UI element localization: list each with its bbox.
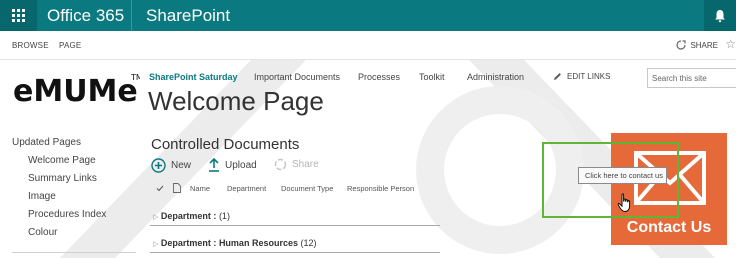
plus-circle-icon [151, 158, 166, 173]
app-name[interactable]: SharePoint [146, 6, 230, 26]
new-label: New [171, 160, 192, 171]
column-header-document-type[interactable]: Document Type [281, 184, 333, 193]
quick-launch-item[interactable]: Welcome Page [28, 155, 96, 166]
nav-toolkit[interactable]: Toolkit [419, 72, 445, 82]
share-button[interactable]: SHARE [676, 40, 718, 50]
upload-button[interactable]: Upload [208, 158, 257, 172]
nav-processes[interactable]: Processes [358, 72, 400, 82]
edit-links-label: EDIT LINKS [567, 72, 611, 81]
suite-bar: Office 365 SharePoint [0, 0, 736, 31]
contact-tooltip: Click here to contact us [578, 167, 667, 184]
column-header-name[interactable]: Name [190, 184, 210, 193]
group-header[interactable]: ▷ Department : (1) [153, 211, 230, 221]
group-divider [150, 252, 440, 253]
column-header-department[interactable]: Department [227, 184, 266, 193]
app-launcher-button[interactable] [0, 0, 37, 31]
follow-star-icon[interactable]: ☆ [725, 37, 736, 51]
tab-browse[interactable]: BROWSE [12, 41, 49, 50]
group-divider [150, 225, 440, 226]
share-icon [676, 40, 687, 50]
quick-launch-heading[interactable]: Updated Pages [12, 137, 81, 148]
edit-links-button[interactable]: EDIT LINKS [553, 72, 610, 81]
quick-launch-item[interactable]: Summary Links [28, 173, 97, 184]
suite-divider [131, 0, 132, 31]
upload-label: Upload [225, 159, 257, 171]
logo-trademark: TM [130, 73, 140, 82]
share-label: SHARE [690, 40, 718, 50]
group-label: Department : [160, 211, 217, 221]
tab-page[interactable]: PAGE [59, 41, 81, 50]
logo-text: eMUMe [13, 74, 138, 109]
expand-triangle-icon: ▷ [153, 214, 159, 221]
column-header-responsible-person[interactable]: Responsible Person [347, 184, 414, 193]
suite-title[interactable]: Office 365 [47, 6, 124, 26]
share-document-label: Share [292, 159, 319, 170]
new-button[interactable]: New [151, 158, 191, 173]
group-header[interactable]: ▷ Department : Human Resources (12) [153, 238, 317, 248]
quick-launch-item[interactable]: Procedures Index [28, 209, 106, 220]
share-document-button[interactable]: Share [274, 158, 319, 171]
ribbon-bar: BROWSE PAGE SHARE ☆ [0, 31, 736, 60]
group-count: (1) [218, 211, 230, 221]
search-input[interactable]: Search this site [647, 68, 736, 88]
quick-launch-divider [12, 252, 136, 253]
bell-icon [715, 9, 725, 22]
upload-icon [209, 158, 219, 172]
quick-launch-item[interactable]: Image [28, 191, 56, 202]
contact-us-label: Contact Us [626, 219, 712, 236]
nav-sharepoint-saturday[interactable]: SharePoint Saturday [149, 72, 238, 82]
site-logo[interactable]: eMUMe TM [13, 69, 140, 109]
pencil-icon [554, 73, 561, 80]
waffle-icon [12, 9, 25, 22]
expand-triangle-icon: ▷ [153, 241, 159, 248]
file-type-icon [173, 183, 181, 193]
group-count: (12) [300, 238, 317, 248]
nav-important-documents[interactable]: Important Documents [254, 72, 340, 82]
notifications-button[interactable] [704, 0, 736, 31]
quick-launch-item[interactable]: Colour [28, 227, 57, 238]
share-icon [274, 158, 287, 171]
group-value: Human Resources [218, 238, 298, 248]
nav-administration[interactable]: Administration [467, 72, 524, 82]
hand-cursor-icon [617, 193, 631, 212]
select-all-checkmark-icon[interactable] [156, 185, 164, 192]
group-label: Department : [160, 238, 217, 248]
page-title: Welcome Page [148, 86, 324, 116]
library-title[interactable]: Controlled Documents [151, 136, 299, 153]
